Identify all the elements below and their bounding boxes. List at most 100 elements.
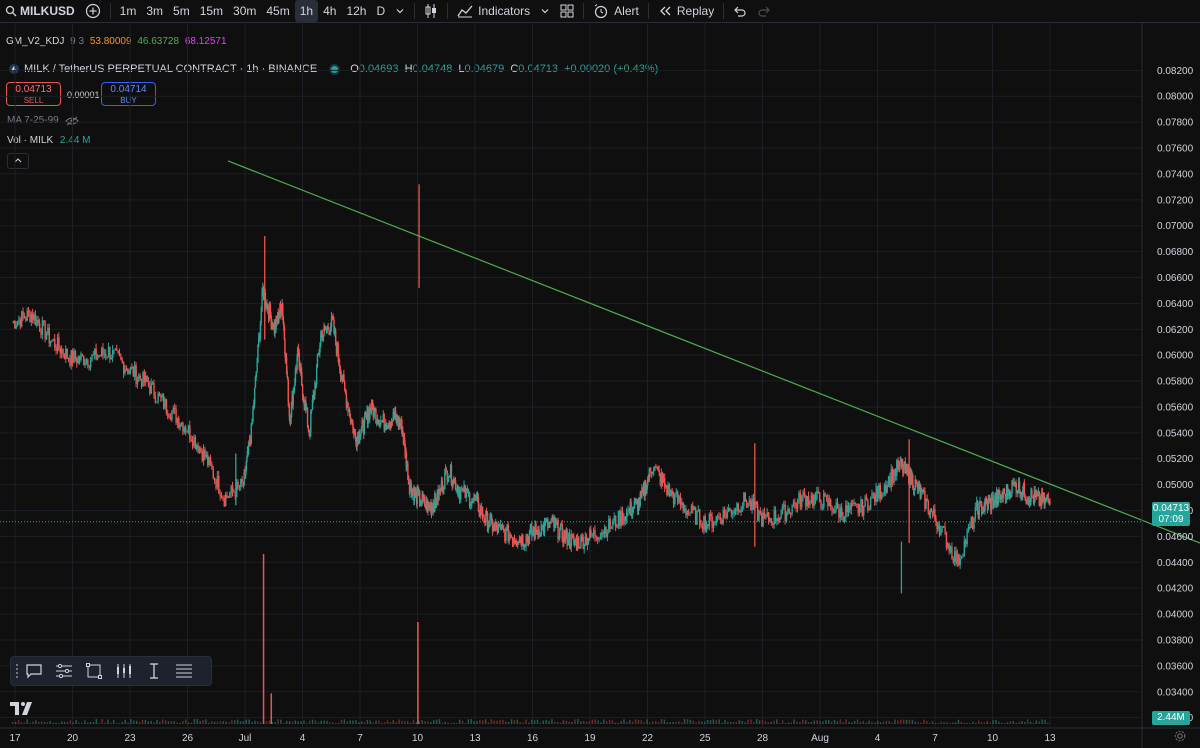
symbol-search[interactable]: MILKUSD [0,0,80,22]
rectangle-tool[interactable] [79,663,109,679]
candle-body [447,477,449,481]
buy-button[interactable]: 0.04714 BUY [101,82,156,106]
candle-body [795,503,797,509]
volume-bar [969,722,971,724]
candle-body [569,546,572,548]
top-toolbar: MILKUSD 1m 3m 5m 15m 30m 45m 1h 4h 12h D Indicato… [0,0,1200,23]
candle-body [503,528,505,531]
timeframe-45m[interactable]: 45m [261,0,294,22]
price-tick-label: 0.06600 [1157,273,1194,284]
volume-bar [629,720,631,724]
candle-body [414,487,416,496]
redo-button[interactable] [752,0,776,22]
candle-body [171,411,173,420]
volume-bar [259,722,262,724]
volume-bar [496,720,498,724]
candle-body [328,329,330,334]
candle-body [263,292,266,300]
kdj-indicator-legend[interactable]: GM_V2_KDJ 9 3 53.80009 46.63728 68.12571 [6,36,227,47]
candle-body [542,524,545,533]
time-tick-label: 17 [9,733,21,744]
timeframe-12h[interactable]: 12h [341,0,371,22]
candle-body [433,503,435,508]
settings-button[interactable] [1174,730,1186,745]
candle-body [719,517,722,521]
timeframe-1m[interactable]: 1m [115,0,142,22]
candle-body [380,420,382,424]
price-chart[interactable]: 0.082000.080000.078000.076000.074000.072… [0,0,1200,748]
more-tools[interactable] [169,663,199,679]
undo-button[interactable] [728,0,752,22]
candle-body [915,480,917,482]
volume-bar [164,720,167,724]
candle-body [1042,493,1045,502]
candle-body [974,507,977,519]
candle-body [788,509,791,514]
eye-hidden-icon[interactable] [64,116,79,126]
sell-button[interactable]: 0.04713 SELL [6,82,61,106]
collapse-legend-button[interactable] [7,153,29,169]
path-tool[interactable] [49,663,79,679]
tradingview-logo[interactable] [10,700,36,721]
candle-body [201,451,203,461]
candle-body [318,352,320,355]
timeframe-4h[interactable]: 4h [318,0,341,22]
ma-indicator-legend[interactable]: MA 7-25-99 [7,115,79,126]
candle-body [1012,481,1014,485]
candle-body [671,490,673,495]
candle-body [473,494,475,499]
candle-body [303,399,305,407]
candle-body [1027,500,1029,502]
indicators-dropdown[interactable] [535,0,555,22]
timeframe-5m[interactable]: 5m [168,0,195,22]
timeframe-3m[interactable]: 3m [141,0,168,22]
candle-body [681,502,683,505]
ohlc-values: O0.04693 H0.04748 L0.04679 C0.04713 +0.0… [350,63,658,75]
replay-button[interactable]: Replay [653,0,719,22]
candle-body [925,498,927,509]
chart-title[interactable]: MILK / TetherUS PERPETUAL CONTRACT · 1h … [24,63,317,75]
timeframe-30m[interactable]: 30m [228,0,261,22]
volume-bar [173,721,175,724]
chart-type-button[interactable] [419,0,443,22]
timeframe-dropdown[interactable] [390,0,410,22]
candle-body [113,349,115,351]
candle-body [209,457,212,465]
indicators-button[interactable]: Indicators [452,0,535,22]
price-axis: 0.082000.080000.078000.076000.074000.072… [1141,22,1194,748]
price-tick-label: 0.07000 [1157,221,1194,232]
volume-bar [306,722,308,724]
compare-button[interactable] [80,0,106,22]
candle-body [81,353,84,356]
candle-body [730,509,733,515]
candle-body [275,316,278,321]
candle-body [252,409,254,422]
volume-bar [874,722,876,724]
volume-bar [928,722,931,724]
callout-tool[interactable] [19,663,49,679]
candle-body [160,395,162,398]
candle-body [507,524,509,542]
candle-body [352,423,354,434]
candle-body [682,502,684,511]
candle-body [579,547,581,549]
timeframe-1h[interactable]: 1h [294,0,319,22]
volume-bar [288,721,291,724]
candle-body [708,513,711,527]
volume-bar [179,722,181,724]
timeframe-D[interactable]: D [371,0,390,22]
volume-bar [902,719,905,724]
alert-button[interactable]: Alert [588,0,644,22]
pattern-tool[interactable] [109,663,139,679]
candle-body [196,445,198,449]
candle-body [154,396,157,403]
volume-legend[interactable]: Vol · MILK 2.44 M [7,135,91,146]
layouts-button[interactable] [555,0,579,22]
candle-body [575,539,578,550]
timeframe-15m[interactable]: 15m [195,0,228,22]
candle-body [330,326,332,333]
multi-line-icon [55,663,73,679]
candle-body [996,492,999,505]
text-tool[interactable] [139,663,169,679]
candle-body [281,303,283,312]
